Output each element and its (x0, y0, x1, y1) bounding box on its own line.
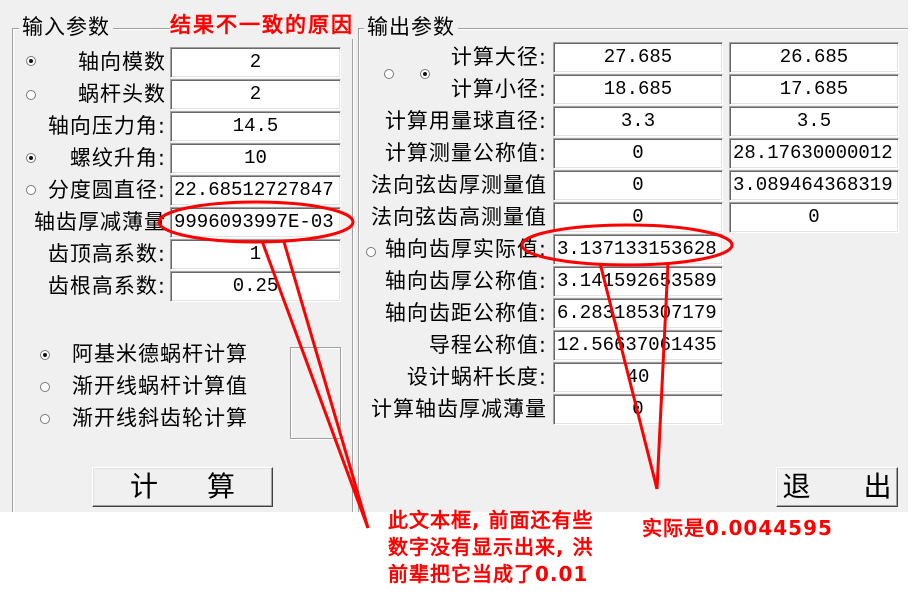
method-involute-worm-radio[interactable] (40, 382, 50, 392)
axial-module-radio[interactable] (26, 56, 36, 66)
axial-pressure-angle-input[interactable]: 14.5 (170, 111, 341, 142)
diameter-option-radio-1[interactable] (384, 69, 394, 79)
axial-thinning-calc-label: 计算轴齿厚减薄量 (371, 397, 547, 421)
output-params-title: 输出参数 (364, 14, 458, 40)
method-archimedes-radio[interactable] (40, 350, 50, 360)
method-helical-gear-radio[interactable] (40, 414, 50, 424)
diameter-option-radio-2[interactable] (420, 69, 430, 79)
axial-module-label: 轴向模数 (78, 50, 166, 74)
textbox-note-line-3: 前辈把它当成了0.01 (388, 562, 589, 586)
lead-nominal-field[interactable]: 12.56637061435 (553, 330, 723, 361)
exit-button[interactable]: 退 出 (776, 467, 898, 507)
axial-pressure-angle-label: 轴向压力角: (47, 114, 166, 138)
method-involute-worm-label[interactable]: 渐开线蜗杆计算值 (72, 371, 248, 402)
axial-thinning-calc-field[interactable]: 0 (553, 394, 723, 425)
input-params-title: 输入参数 (19, 14, 113, 40)
actual-value-note: 实际是0.0044595 (642, 516, 833, 540)
root-diameter-field-2[interactable]: 17.685 (729, 74, 899, 105)
root-diameter-field-1[interactable]: 18.685 (553, 74, 723, 105)
normal-chordal-height-label: 法向弦齿高测量值 (371, 205, 547, 229)
measurement-nominal-field-2[interactable]: 28.17630000012 (729, 138, 899, 169)
outer-diameter-field-2[interactable]: 26.685 (729, 42, 899, 73)
addendum-coefficient-input[interactable]: 1 (170, 239, 341, 270)
worm-starts-input[interactable]: 2 (170, 79, 341, 110)
axial-thickness-nominal-label: 轴向齿厚公称值: (384, 269, 547, 293)
lead-angle-radio[interactable] (26, 153, 36, 163)
normal-chordal-height-field-2[interactable]: 0 (729, 202, 899, 233)
axial-module-input[interactable]: 2 (170, 47, 341, 78)
pitch-diameter-input[interactable]: 22.68512727847 (170, 175, 341, 206)
measurement-nominal-label: 计算测量公称值: (384, 141, 547, 165)
axial-tooth-thinning-input[interactable]: 9996093997E-03 (170, 207, 341, 238)
ball-diameter-label: 计算用量球直径: (384, 109, 547, 133)
lead-nominal-label: 导程公称值: (428, 333, 547, 357)
axial-thickness-actual-field[interactable]: 3.137133153628 (553, 234, 723, 265)
textbox-note-line-2: 数字没有显示出来, 洪 (388, 535, 594, 559)
dialog-panel: 输入参数 轴向模数 2 蜗杆头数 2 轴向压力角: 14.5 螺纹升角: 10 … (0, 0, 908, 512)
textbox-note-line-1: 此文本框, 前面还有些 (388, 508, 594, 532)
ball-diameter-field-2[interactable]: 3.5 (729, 106, 899, 137)
dedendum-coefficient-label: 齿根高系数: (47, 274, 166, 298)
worm-starts-label: 蜗杆头数 (78, 82, 166, 106)
axial-tooth-thinning-label: 轴齿厚减薄量 (34, 210, 166, 234)
outer-diameter-field-1[interactable]: 27.685 (553, 42, 723, 73)
annotation-title-note: 结果不一致的原因 (170, 12, 354, 39)
normal-chordal-height-field-1[interactable]: 0 (553, 202, 723, 233)
axial-thickness-nominal-field[interactable]: 3.141592653589 (553, 266, 723, 297)
dedendum-coefficient-input[interactable]: 0.25 (170, 271, 341, 302)
normal-chordal-thickness-field-1[interactable]: 0 (553, 170, 723, 201)
addendum-coefficient-label: 齿顶高系数: (47, 242, 166, 266)
method-preview-frame (290, 347, 341, 439)
method-helical-gear-label[interactable]: 渐开线斜齿轮计算 (72, 403, 248, 434)
pitch-diameter-label: 分度圆直径: (47, 178, 166, 202)
worm-length-field[interactable]: 40 (553, 362, 723, 393)
axial-pitch-nominal-label: 轴向齿距公称值: (384, 301, 547, 325)
normal-chordal-thickness-label: 法向弦齿厚测量值 (371, 173, 547, 197)
pitch-diameter-radio[interactable] (26, 185, 36, 195)
normal-chordal-thickness-field-2[interactable]: 3.089464368319 (729, 170, 899, 201)
calculate-button[interactable]: 计 算 (92, 467, 273, 507)
worm-starts-radio[interactable] (26, 90, 36, 100)
worm-length-label: 设计蜗杆长度: (406, 365, 547, 389)
axial-thickness-actual-radio[interactable] (366, 247, 376, 257)
ball-diameter-field-1[interactable]: 3.3 (553, 106, 723, 137)
lead-angle-label: 螺纹升角: (69, 146, 166, 170)
method-archimedes-label[interactable]: 阿基米德蜗杆计算 (72, 339, 248, 370)
axial-thickness-actual-label: 轴向齿厚实际值: (384, 237, 547, 261)
axial-pitch-nominal-field[interactable]: 6.283185307179 (553, 298, 723, 329)
measurement-nominal-field-1[interactable]: 0 (553, 138, 723, 169)
lead-angle-input[interactable]: 10 (170, 143, 341, 174)
